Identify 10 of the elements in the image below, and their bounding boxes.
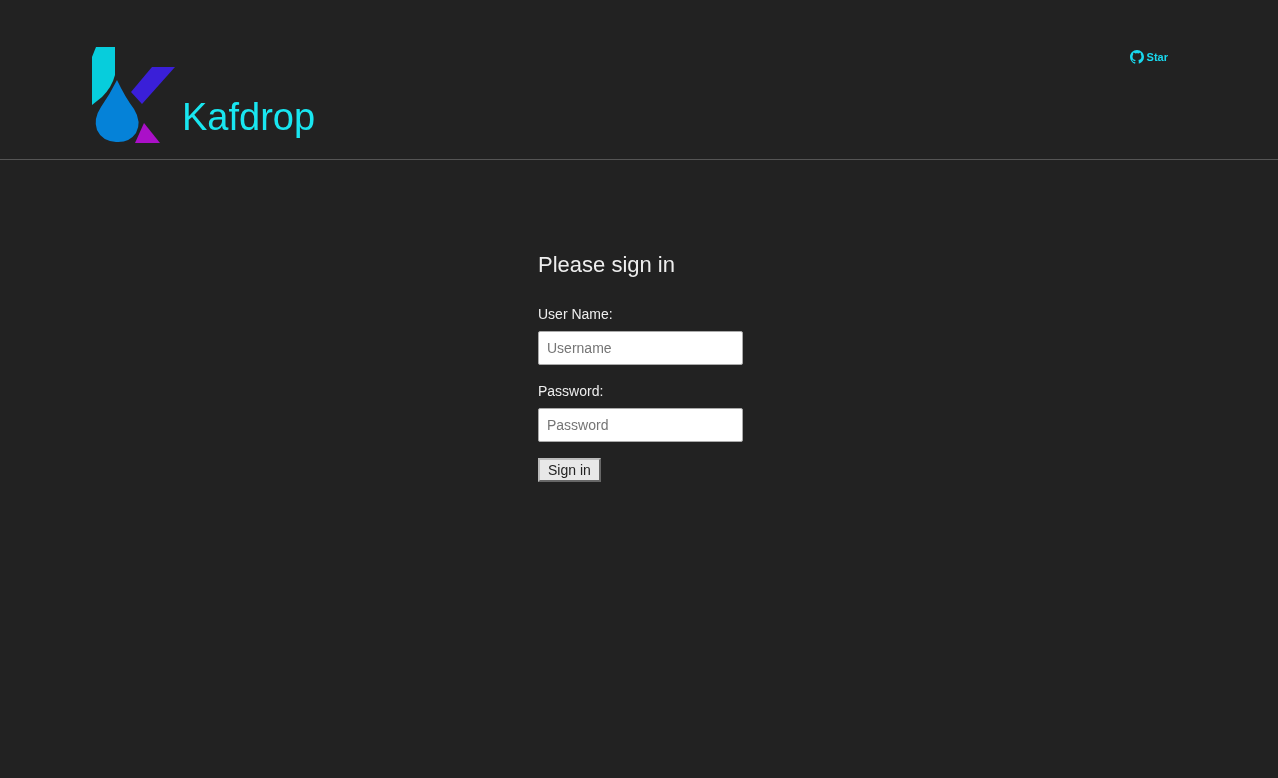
field-label: Password: — [538, 383, 604, 399]
form-title: Please sign in — [538, 252, 675, 278]
input-field[interactable]: Username — [538, 331, 743, 365]
github-icon — [1129, 50, 1144, 64]
brand-name: Kafdrop — [182, 98, 316, 136]
input-field[interactable]: Password — [538, 408, 743, 442]
field-label: User Name: — [538, 306, 613, 322]
github-star-link[interactable]: Star — [1129, 50, 1168, 64]
logo-icon — [92, 47, 176, 144]
sign-in-button[interactable]: Sign in — [538, 458, 601, 482]
